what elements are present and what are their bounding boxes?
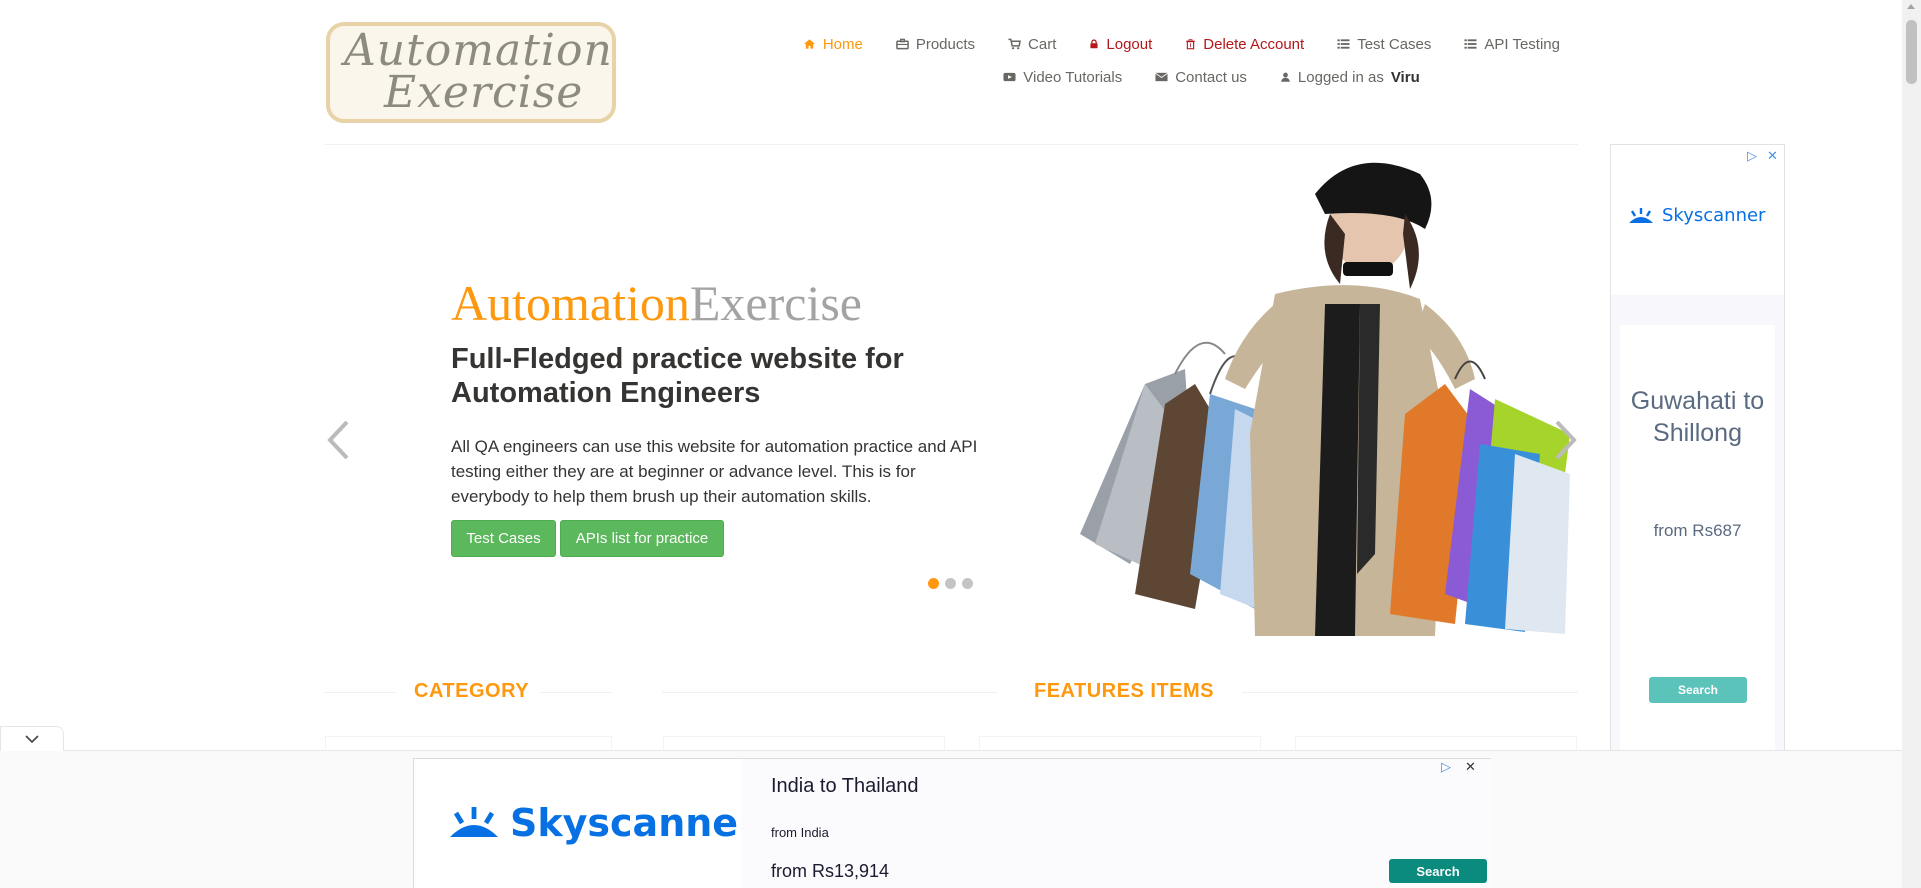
chevron-right-icon [1555, 420, 1577, 460]
skyscanner-brand: Skyscanner [1662, 205, 1766, 226]
user-icon [1281, 72, 1290, 82]
right-ad-header: ▷ ✕ Skyscanner [1611, 145, 1784, 295]
slider-indicators [928, 578, 973, 589]
scroll-up-arrow[interactable] [1907, 4, 1915, 9]
nav-home-label: Home [822, 35, 863, 53]
page-scrollbar[interactable] [1902, 0, 1921, 888]
youtube-play-icon [1003, 72, 1016, 82]
nav-products-label: Products [915, 35, 976, 53]
adchoices-icon[interactable]: ▷ [1441, 759, 1451, 775]
nav-logout-label: Logout [1106, 35, 1153, 53]
bottom-ad-brand-panel: Skyscanner [414, 759, 757, 888]
girl-with-shopping-bags-image [1080, 162, 1570, 636]
category-title: CATEGORY [414, 680, 530, 702]
nav-home[interactable]: Home [803, 34, 863, 54]
hero-slider: AutomationExercise Full-Fledged practice… [325, 146, 1580, 636]
bottom-ad-route: India to Thailand [771, 775, 919, 797]
lock-icon [1090, 39, 1098, 49]
right-ad-price: from Rs687 [1653, 521, 1742, 540]
slider-prev-arrow[interactable] [325, 419, 351, 471]
logged-in-prefix: Logged in as [1297, 68, 1384, 86]
close-icon[interactable]: ✕ [1767, 148, 1778, 164]
test-cases-button[interactable]: Test Cases [451, 520, 556, 557]
nav-logged-in: Logged in as Viru [1280, 67, 1420, 87]
chevron-down-icon [25, 735, 39, 743]
nav-products[interactable]: Products [896, 34, 975, 54]
trash-icon [1186, 39, 1196, 50]
slider-dot-2[interactable] [945, 578, 956, 589]
bottom-banner-ad[interactable]: Skyscanner India to Thailand from India … [413, 758, 1491, 888]
sunrise-icon [1629, 207, 1653, 223]
slide-title-part-1: Automation [451, 275, 690, 331]
nav-cart-label: Cart [1028, 35, 1057, 53]
nav-test-cases[interactable]: Test Cases [1337, 34, 1431, 54]
right-ad-route: Guwahati to Shillong [1630, 387, 1765, 447]
features-divider-right [1242, 692, 1578, 693]
adchoices-icon[interactable]: ▷ [1747, 148, 1757, 164]
site-header: Automation Exercise Home Products Cart L… [0, 0, 1921, 145]
logged-in-username: Viru [1390, 68, 1420, 86]
sunrise-icon [450, 807, 498, 837]
logo-text: Automation Exercise [344, 29, 613, 118]
nav-test-cases-label: Test Cases [1357, 35, 1432, 53]
skyscanner-logo: Skyscanner [1626, 205, 1765, 226]
bottom-ad-offer-panel: India to Thailand from India from Rs13,9… [741, 759, 1491, 888]
home-icon [803, 39, 815, 49]
right-ad-search-button[interactable]: Search [1649, 677, 1747, 703]
slide-title-part-2: Exercise [689, 275, 862, 331]
bottom-ad-price: from Rs13,914 [771, 861, 890, 881]
scrollbar-thumb[interactable] [1906, 20, 1917, 84]
nav-api-testing[interactable]: API Testing [1464, 34, 1560, 54]
nav-contact-us-label: Contact us [1175, 68, 1247, 86]
list-icon [1337, 39, 1350, 49]
briefcase-icon [896, 38, 909, 50]
shopping-cart-icon [1008, 38, 1022, 50]
slide-description: All QA engineers can use this website fo… [451, 437, 978, 506]
skyscanner-brand: Skyscanner [510, 801, 757, 845]
bottom-ad-origin: from India [771, 825, 829, 840]
slider-next-arrow[interactable] [1553, 419, 1579, 471]
nav-video-tutorials[interactable]: Video Tutorials [1003, 67, 1122, 87]
nav-cart[interactable]: Cart [1008, 34, 1056, 54]
nav-video-tutorials-label: Video Tutorials [1023, 68, 1123, 86]
logo-line-2: Exercise [384, 67, 584, 118]
nav-contact-us[interactable]: Contact us [1155, 67, 1247, 87]
nav-logout[interactable]: Logout [1089, 34, 1152, 54]
category-divider-right [540, 692, 612, 693]
chevron-left-icon [327, 420, 349, 460]
slider-dot-3[interactable] [962, 578, 973, 589]
right-side-ad[interactable]: ▷ ✕ Skyscanner Guwahati to Shillong from… [1610, 144, 1785, 807]
close-icon[interactable]: ✕ [1465, 759, 1476, 775]
slide-title: AutomationExercise [451, 276, 862, 330]
nav-delete-account[interactable]: Delete Account [1185, 34, 1304, 54]
slide-heading: Full-Fledged practice website for Automa… [451, 343, 904, 409]
envelope-icon [1155, 72, 1169, 82]
category-divider-left [325, 692, 395, 693]
nav-row-2: Video Tutorials Contact us Logged in as … [760, 67, 1570, 87]
right-ad-card: Guwahati to Shillong from Rs687 Search [1620, 325, 1775, 795]
apis-list-button[interactable]: APIs list for practice [560, 520, 724, 557]
nav-delete-account-label: Delete Account [1203, 35, 1305, 53]
skyscanner-logo: Skyscanner [444, 801, 757, 845]
site-logo[interactable]: Automation Exercise [326, 22, 616, 123]
features-divider-left [662, 692, 997, 693]
header-divider [325, 144, 1578, 145]
bottom-ad-collapse-toggle[interactable] [0, 726, 64, 751]
features-title: FEATURES ITEMS [1034, 680, 1214, 702]
list-icon [1464, 39, 1477, 49]
slider-dot-1[interactable] [928, 578, 939, 589]
nav-row-1: Home Products Cart Logout Delete Account… [770, 34, 1560, 54]
nav-api-testing-label: API Testing [1484, 35, 1560, 53]
bottom-ad-search-button[interactable]: Search [1389, 859, 1487, 883]
